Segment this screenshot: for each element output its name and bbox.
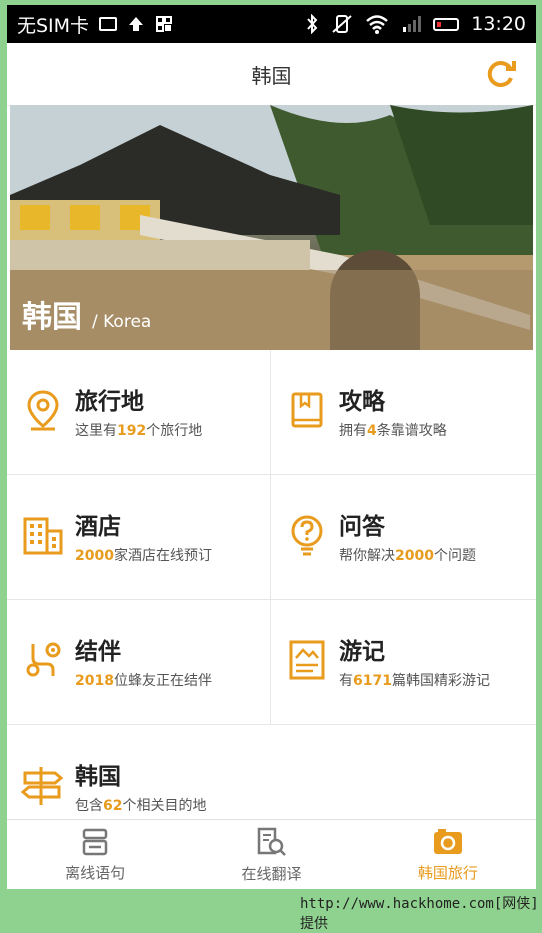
country-count: 62 xyxy=(103,798,123,814)
tab-offline-phrases[interactable]: 离线语句 xyxy=(7,820,183,889)
signal-icon xyxy=(403,16,422,32)
hero-banner[interactable]: 韩国 / Korea xyxy=(10,105,533,350)
tile-destinations-title: 旅行地 xyxy=(75,389,144,415)
signpost-icon xyxy=(21,767,64,805)
tile-travelogues-desc: 有6171篇韩国精彩游记 xyxy=(339,673,490,689)
tile-qa-desc: 帮你解决2000个问题 xyxy=(339,548,476,564)
travelogues-count: 6171 xyxy=(353,673,392,689)
image-notification-icon xyxy=(99,17,118,31)
tab-online-translate[interactable]: 在线翻译 xyxy=(183,820,359,889)
tile-companions[interactable]: 结伴 2018位蜂友正在结伴 xyxy=(7,600,269,724)
tile-guides-desc: 拥有4条靠谱攻略 xyxy=(339,423,447,439)
carrier-text: 无SIM卡 xyxy=(17,14,90,37)
tile-companions-desc: 2018位蜂友正在结伴 xyxy=(75,673,212,689)
title-bar: 韩国 xyxy=(7,43,536,106)
location-pin-icon xyxy=(27,390,59,431)
camera-icon xyxy=(433,828,462,854)
tile-destinations[interactable]: 旅行地 这里有192个旅行地 xyxy=(7,350,269,474)
wifi-icon xyxy=(366,15,389,34)
tile-travelogues-title: 游记 xyxy=(339,639,385,665)
destinations-count: 192 xyxy=(117,423,147,439)
qa-count: 2000 xyxy=(395,548,434,564)
question-bulb-icon xyxy=(291,515,323,556)
tile-destinations-desc: 这里有192个旅行地 xyxy=(75,423,203,439)
translate-icon xyxy=(258,827,287,856)
tile-country-title: 韩国 xyxy=(75,764,121,790)
bottom-tab-bar: 离线语句 在线翻译 韩国旅行 xyxy=(7,819,536,889)
tile-hotels-title: 酒店 xyxy=(75,514,121,540)
guides-count: 4 xyxy=(367,423,377,439)
tile-hotels[interactable]: 酒店 2000家酒店在线预订 xyxy=(7,475,269,599)
source-watermark: http://www.hackhome.com[网侠]提供 xyxy=(300,896,539,932)
apps-icon xyxy=(156,16,173,32)
tab-korea-travel[interactable]: 韩国旅行 xyxy=(360,820,536,889)
tab-offline-phrases-label: 离线语句 xyxy=(65,863,126,882)
banner-title-en: / Korea xyxy=(92,312,152,332)
status-bar: 无SIM卡 13:20 xyxy=(7,5,536,43)
tab-online-translate-label: 在线翻译 xyxy=(241,864,302,883)
tile-country-desc: 包含62个相关目的地 xyxy=(75,798,207,814)
vibrate-off-icon xyxy=(332,15,352,33)
banner-title-cn: 韩国 xyxy=(22,300,82,335)
hotels-count: 2000 xyxy=(75,548,114,564)
battery-icon xyxy=(433,17,460,31)
hotel-building-icon xyxy=(23,517,63,555)
upload-icon xyxy=(129,17,144,31)
route-icon xyxy=(26,642,61,677)
refresh-icon[interactable] xyxy=(484,57,518,91)
bluetooth-icon xyxy=(307,14,318,34)
tile-qa-title: 问答 xyxy=(339,514,385,540)
phone-screen: 无SIM卡 13:20 韩国 韩国 / Korea 旅行地 这里有192个旅行地… xyxy=(7,5,536,889)
page-title: 韩国 xyxy=(251,63,292,88)
tile-qa[interactable]: 问答 帮你解决2000个问题 xyxy=(271,475,533,599)
phrasebook-icon xyxy=(82,828,108,855)
tile-guides-title: 攻略 xyxy=(339,389,385,415)
banner-caption: 韩国 / Korea xyxy=(22,292,151,336)
travel-journal-icon xyxy=(289,640,325,680)
tile-companions-title: 结伴 xyxy=(75,639,121,665)
companions-count: 2018 xyxy=(75,673,114,689)
tile-travelogues[interactable]: 游记 有6171篇韩国精彩游记 xyxy=(271,600,533,724)
tile-guides[interactable]: 攻略 拥有4条靠谱攻略 xyxy=(271,350,533,474)
tile-hotels-desc: 2000家酒店在线预订 xyxy=(75,548,212,564)
book-icon xyxy=(291,392,323,428)
clock-text: 13:20 xyxy=(471,13,526,35)
tab-korea-travel-label: 韩国旅行 xyxy=(417,863,478,882)
